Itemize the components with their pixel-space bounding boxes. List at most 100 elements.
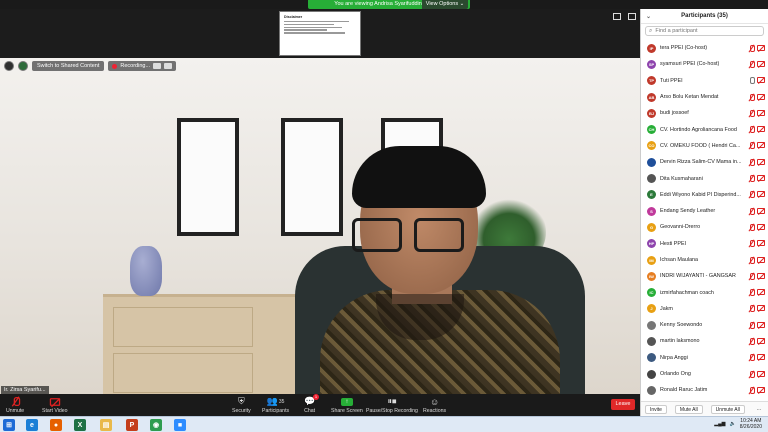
mic-muted-icon: [748, 256, 755, 264]
recording-label: Recording...: [120, 63, 151, 69]
participant-name: Hesti PPEI: [660, 240, 687, 247]
avatar: [647, 353, 656, 363]
more-options-button[interactable]: ...: [753, 405, 765, 414]
video-off-icon: [49, 396, 60, 407]
participant-row[interactable]: AB Arso Bolu Ketan Mendat: [641, 89, 768, 105]
avatar: CO: [647, 141, 656, 151]
pause-stop-recording-button[interactable]: ⏸⏹ Pause/Stop Recording: [366, 396, 418, 414]
minimize-icon[interactable]: [4, 61, 14, 71]
start-video-button[interactable]: Start Video: [42, 396, 68, 414]
leave-button[interactable]: Leave: [611, 399, 635, 410]
participant-name: Endang Sendy Leather: [660, 208, 716, 215]
participant-row[interactable]: SP syamsuri PPEI (Co-host): [641, 56, 768, 72]
person-hair: [352, 146, 486, 208]
firefox-icon[interactable]: ●: [50, 419, 62, 431]
video-off-icon: [757, 60, 765, 67]
collapse-chevron-icon[interactable]: ⌄: [646, 13, 651, 20]
video-off-icon: [757, 223, 765, 230]
participant-row[interactable]: Kenny Soewondo: [641, 317, 768, 333]
video-off-icon: [757, 158, 765, 165]
avatar: HP: [647, 239, 656, 249]
participant-row[interactable]: HP Hesti PPEI: [641, 236, 768, 252]
network-icon[interactable]: ▂▄▆: [714, 421, 725, 427]
avatar: IC: [647, 288, 656, 298]
participants-button[interactable]: 👥 35 Participants: [262, 396, 289, 414]
video-off-icon: [757, 354, 765, 361]
system-clock[interactable]: 10:24 AM 8/26/2020: [740, 418, 762, 430]
mic-muted-icon: [748, 370, 755, 378]
participant-row[interactable]: BJ budi jossoef: [641, 105, 768, 121]
participant-row[interactable]: Nirpa Anggi: [641, 350, 768, 366]
participant-row[interactable]: IW INDRI WIJAYANTI - GANGSAR: [641, 268, 768, 284]
view-options-button[interactable]: View Options ⌄: [422, 0, 468, 9]
security-shield-icon[interactable]: [18, 61, 28, 71]
mic-muted-icon: [748, 305, 755, 313]
participant-search[interactable]: ⌕: [645, 26, 764, 36]
avatar: CH: [647, 125, 656, 135]
switch-to-shared-content-button[interactable]: Switch to Shared Content: [32, 61, 105, 71]
video-off-icon: [757, 93, 765, 100]
video-off-icon: [757, 386, 765, 393]
participant-row[interactable]: J Jakm: [641, 301, 768, 317]
participant-row[interactable]: TP Tuti PPEI: [641, 73, 768, 89]
participant-name: CV. OMEKU FOOD ( Hendri Ca...: [660, 142, 741, 149]
video-off-icon: [757, 207, 765, 214]
windows-taskbar: ▂▄▆ 🔈 10:24 AM 8/26/2020 ⊞ e ● X ▤ P ◉ ■: [0, 416, 768, 432]
mic-muted-icon: [748, 321, 755, 329]
participant-search-input[interactable]: [655, 28, 756, 34]
participant-row[interactable]: IP tera PPEI (Co-host): [641, 40, 768, 56]
participant-row[interactable]: S Endang Sendy Leather: [641, 203, 768, 219]
reactions-button[interactable]: ☺ Reactions: [423, 396, 446, 415]
mic-icon: [748, 77, 755, 85]
participant-row[interactable]: IC izmirfahachman coach: [641, 284, 768, 300]
mic-muted-icon: [748, 207, 755, 215]
avatar: IM: [647, 255, 656, 265]
chat-button[interactable]: 💬 1 Chat: [304, 394, 319, 414]
glasses: [352, 218, 470, 252]
participant-row[interactable]: CO CV. OMEKU FOOD ( Hendri Ca...: [641, 138, 768, 154]
security-button[interactable]: ⛨ Security: [232, 396, 251, 414]
unmute-button[interactable]: Unmute: [6, 396, 24, 414]
participant-row[interactable]: G Geovanni-Drerro: [641, 219, 768, 235]
excel-icon[interactable]: X: [74, 419, 86, 431]
powerpoint-icon[interactable]: P: [126, 419, 138, 431]
explorer-icon[interactable]: ▤: [100, 419, 112, 431]
pause-recording-icon[interactable]: [153, 63, 162, 69]
participant-row[interactable]: Dita Kusmaharani: [641, 170, 768, 186]
video-off-icon: [757, 142, 765, 149]
mute-all-button[interactable]: Mute All: [674, 404, 703, 414]
participants-icon: 👥 35: [266, 396, 285, 406]
avatar: G: [647, 222, 656, 232]
gallery-view-icon[interactable]: [628, 13, 636, 20]
avatar: AB: [647, 92, 656, 102]
zoom-icon[interactable]: ■: [174, 419, 186, 431]
volume-icon[interactable]: 🔈: [730, 421, 736, 427]
participants-title: Participants (35): [681, 13, 728, 19]
participant-row[interactable]: E Eddi Wiyono Kabid PI Disperind...: [641, 187, 768, 203]
mic-muted-icon: [748, 126, 755, 134]
shared-screen-thumbnail[interactable]: Disclaimer: [279, 11, 361, 56]
avatar: IW: [647, 271, 656, 281]
ie-icon[interactable]: e: [26, 419, 38, 431]
participant-row[interactable]: Ronald Raruc Jatim: [641, 382, 768, 398]
share-screen-button[interactable]: ↑ Share Screen: [331, 396, 363, 414]
stop-recording-icon[interactable]: [164, 63, 173, 69]
meeting-toolbar: Unmute Start Video ⛨ Security 👥 35 Partic…: [0, 394, 640, 416]
participant-name: tera PPEI (Co-host): [660, 45, 708, 52]
participant-row[interactable]: martin laksmono: [641, 333, 768, 349]
participant-row[interactable]: CH CV. Hortindo Agroliancana Food: [641, 121, 768, 137]
video-off-icon: [757, 272, 765, 279]
wall-frame: [281, 118, 343, 236]
unmute-all-button[interactable]: Unmute All: [710, 404, 745, 414]
wall-frame: [177, 118, 239, 236]
participant-row[interactable]: Orlando Ong: [641, 366, 768, 382]
record-dot-icon: [112, 63, 118, 69]
participant-row[interactable]: Dervin Rizza Salim-CV Mama in...: [641, 154, 768, 170]
participant-row[interactable]: IM Ichsan Maulana: [641, 252, 768, 268]
chrome-icon[interactable]: ◉: [150, 419, 162, 431]
invite-button[interactable]: Invite: [644, 404, 667, 414]
windows-start-icon[interactable]: ⊞: [3, 419, 15, 431]
video-off-icon: [757, 175, 765, 182]
fullscreen-icon[interactable]: [613, 13, 621, 20]
mic-muted-icon: [748, 386, 755, 394]
